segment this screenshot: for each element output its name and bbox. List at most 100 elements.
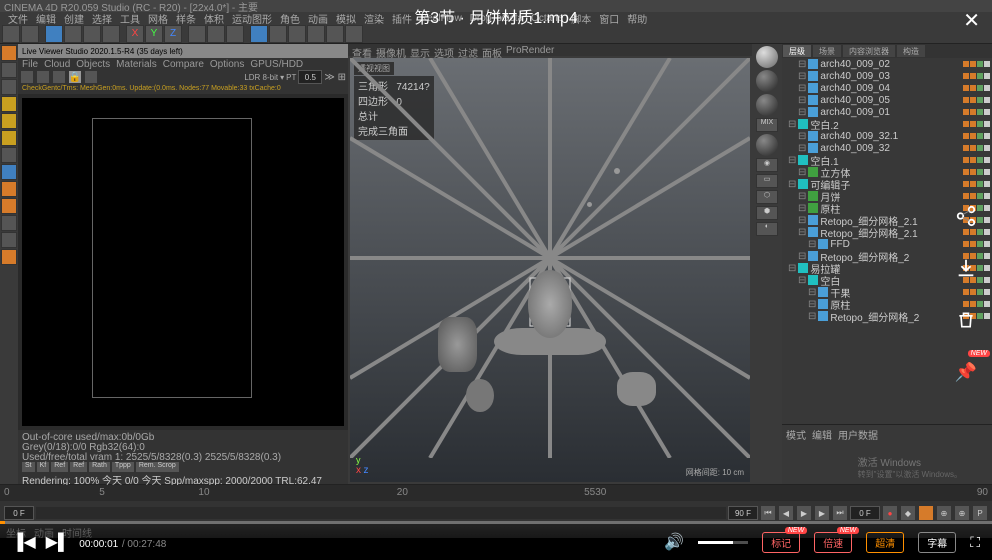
lvtab-Options[interactable]: Options [210, 59, 244, 69]
vptab[interactable]: 选项 [434, 45, 454, 55]
perspective-viewport[interactable]: 透视视图 三角形 74214? 四边形 0 总计 完成三角面 [350, 58, 750, 482]
stat-btn[interactable]: Rath [89, 462, 110, 472]
menu-样条[interactable]: 样条 [176, 11, 196, 26]
menu-渲染[interactable]: 渲染 [364, 11, 384, 26]
speed-button[interactable]: NEW 倍速 [814, 532, 852, 553]
stat-btn[interactable]: Ref [70, 462, 87, 472]
cube-primitive[interactable] [250, 25, 268, 43]
move-tool[interactable] [64, 25, 82, 43]
lvtab-Cloud[interactable]: Cloud [44, 59, 70, 69]
vptab[interactable]: 面板 [482, 45, 502, 55]
tl-next[interactable]: ▶ [814, 505, 830, 521]
menu-窗口[interactable]: 窗口 [599, 11, 619, 26]
live-viewer-toolbar[interactable]: 🔒 LDR 8-bit ▾ PT ≫ ⊞ [18, 70, 348, 84]
tl-last[interactable]: ⏭ [832, 505, 848, 521]
redo-button[interactable] [21, 25, 39, 43]
menu-角色[interactable]: 角色 [280, 11, 300, 26]
menu-运动图形[interactable]: 运动图形 [232, 11, 272, 26]
material-preview-4[interactable] [756, 134, 778, 156]
tl-end[interactable] [728, 506, 758, 520]
menu-选择[interactable]: 选择 [92, 11, 112, 26]
stat-btn[interactable]: St [22, 462, 35, 472]
spline-tool[interactable] [269, 25, 287, 43]
xaxis-toggle[interactable]: X [126, 25, 144, 43]
menu-动画[interactable]: 动画 [308, 11, 328, 26]
menu-编辑[interactable]: 编辑 [36, 11, 56, 26]
material-preview-2[interactable] [756, 70, 778, 92]
workplane-mode[interactable] [1, 164, 17, 180]
hier-tab[interactable]: 构造 [897, 45, 925, 57]
material-preview-3[interactable] [756, 94, 778, 116]
material-column[interactable]: MIX ◉ ▭ ⬡ ⬢ ◐ [752, 44, 782, 484]
ldr-mode[interactable]: LDR 8-bit [244, 73, 278, 82]
lvtab-GPUS/HDD[interactable]: GPUS/HDD [250, 59, 303, 69]
hierarchy-item[interactable]: ⊟可编辑子 [782, 178, 992, 190]
render-region-button[interactable] [207, 25, 225, 43]
volume-icon[interactable]: 🔊 [664, 532, 684, 552]
generator-tool[interactable] [288, 25, 306, 43]
delete-button[interactable] [950, 304, 982, 336]
render-viewport[interactable] [22, 98, 344, 426]
share-button[interactable] [950, 200, 982, 232]
lvtab-File[interactable]: File [22, 59, 38, 69]
menu-帮助[interactable]: 帮助 [627, 11, 647, 26]
download-button[interactable] [950, 252, 982, 284]
object-mode[interactable] [1, 62, 17, 78]
tl-play[interactable]: ▶ [796, 505, 812, 521]
manager-tabs[interactable]: 层级场景内容浏览器构造 [782, 44, 992, 58]
tl-key[interactable]: ◆ [900, 505, 916, 521]
menu-创建[interactable]: 创建 [64, 11, 84, 26]
attr-tab[interactable]: 编辑 [812, 427, 832, 442]
hier-tab[interactable]: 内容浏览器 [843, 45, 895, 57]
camera-tool[interactable] [326, 25, 344, 43]
attr-tab[interactable]: 模式 [786, 427, 806, 442]
axis-mode[interactable] [1, 147, 17, 163]
model-mode[interactable] [1, 45, 17, 61]
stat-btn[interactable]: Ref [51, 462, 68, 472]
edge-mode[interactable] [1, 113, 17, 129]
hierarchy-item[interactable]: ⊟arch40_009_32.1 [782, 130, 992, 142]
tl-rec[interactable]: ● [882, 505, 898, 521]
tool-b[interactable] [1, 232, 17, 248]
rotate-tool[interactable] [102, 25, 120, 43]
mat-tool3[interactable]: ◐ [756, 222, 778, 236]
vptab[interactable]: 摄像机 [376, 45, 406, 55]
timeline-track[interactable] [36, 507, 726, 519]
undo-button[interactable] [2, 25, 20, 43]
timeline-panel[interactable]: 0 5 10 20 30 55 90 ⏮ ◀ ▶ ▶ ⏭ ● ◆ [0, 484, 992, 524]
menu-模拟[interactable]: 模拟 [336, 11, 356, 26]
hierarchy-item[interactable]: ⊟arch40_009_02 [782, 58, 992, 70]
hierarchy-item[interactable]: ⊟空白.1 [782, 154, 992, 166]
vptab[interactable]: 查看 [352, 45, 372, 55]
hierarchy-item[interactable]: ⊟空白.2 [782, 118, 992, 130]
zaxis-toggle[interactable]: Z [164, 25, 182, 43]
lv-stop[interactable] [36, 70, 50, 84]
pt-value[interactable] [298, 70, 322, 84]
render-button[interactable] [188, 25, 206, 43]
prev-button[interactable]: ▐◀ [12, 532, 36, 552]
tl-opt1[interactable]: ⊕ [936, 505, 952, 521]
deformer-tool[interactable] [307, 25, 325, 43]
tool-c[interactable] [1, 249, 17, 265]
menu-网格[interactable]: 网格 [148, 11, 168, 26]
select-tool[interactable] [45, 25, 63, 43]
vptab[interactable]: 过滤 [458, 45, 478, 55]
left-toolbar[interactable] [0, 44, 18, 484]
hier-tab[interactable]: 层级 [783, 45, 811, 57]
lv-pick[interactable] [84, 70, 98, 84]
stat-btn[interactable]: Tppp [112, 462, 134, 472]
mat-mix[interactable]: MIX [756, 118, 778, 132]
quality-button[interactable]: 超清 [866, 532, 904, 553]
yaxis-toggle[interactable]: Y [145, 25, 163, 43]
lv-lock[interactable]: 🔒 [68, 70, 82, 84]
lvtab-Compare[interactable]: Compare [163, 59, 204, 69]
scale-tool[interactable] [83, 25, 101, 43]
snap-toggle[interactable] [1, 181, 17, 197]
tl-first[interactable]: ⏮ [760, 505, 776, 521]
hierarchy-item[interactable]: ⊟arch40_009_05 [782, 94, 992, 106]
tl-opt3[interactable]: P [972, 505, 988, 521]
mark-button[interactable]: NEW 标记 [762, 532, 800, 553]
lvtab-Materials[interactable]: Materials [116, 59, 157, 69]
timeline-ruler[interactable]: 0 5 10 20 30 55 90 [0, 485, 992, 501]
hier-tab[interactable]: 场景 [813, 45, 841, 57]
